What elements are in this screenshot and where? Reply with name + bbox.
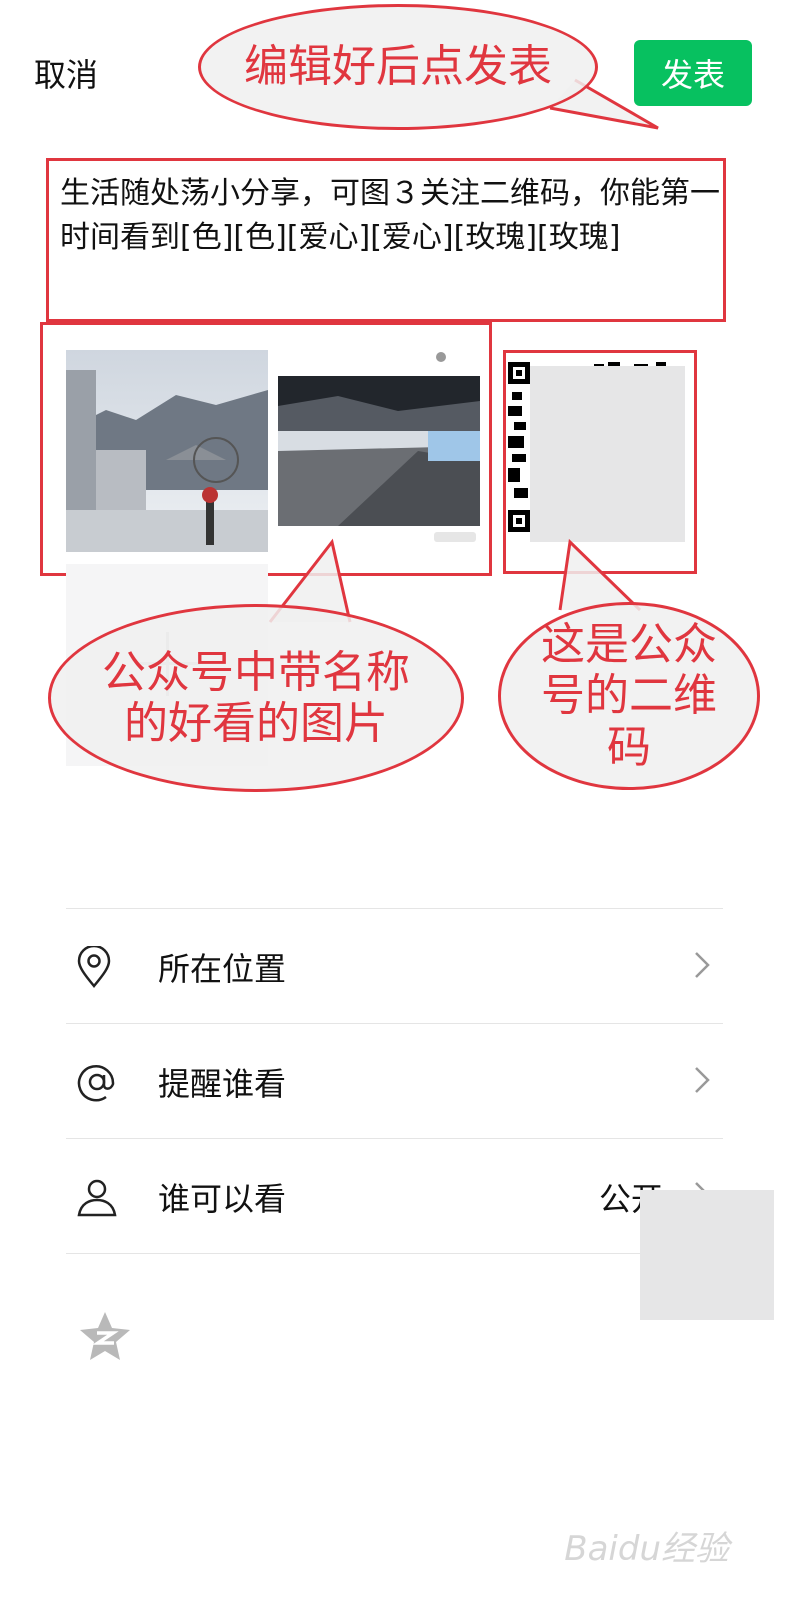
- chevron-right-icon: [693, 944, 723, 990]
- settings-row-visibility[interactable]: 谁可以看 公开: [66, 1139, 723, 1254]
- left-annotation-bubble: 公众号中带名称的好看的图片: [48, 604, 464, 792]
- right-annotation-bubble: 这是公众号的二维码: [498, 602, 760, 790]
- redaction-block: [640, 1190, 774, 1320]
- qr-code-image[interactable]: [508, 362, 688, 542]
- settings-row-label: 谁可以看: [158, 1179, 287, 1218]
- image-indicator-dot: [436, 352, 446, 362]
- image-wechat-watermark: [434, 532, 476, 542]
- photo-road[interactable]: [278, 376, 480, 526]
- person-icon: [66, 1176, 132, 1218]
- at-sign-icon: [66, 1061, 132, 1103]
- baidu-watermark: Baidu经验: [564, 1529, 729, 1569]
- settings-row-mention[interactable]: 提醒谁看: [66, 1024, 723, 1139]
- location-pin-icon: [66, 945, 132, 988]
- photo-street[interactable]: [66, 350, 268, 552]
- divider: [66, 1253, 723, 1254]
- post-text[interactable]: 生活随处荡小分享，可图３关注二维码，你能第一时间看到[色][色][爱心][爱心]…: [60, 172, 720, 260]
- qzone-share-icon[interactable]: [78, 1310, 132, 1366]
- top-annotation-bubble: 编辑好后点发表: [198, 4, 598, 130]
- chevron-right-icon: [693, 1059, 723, 1105]
- settings-row-location[interactable]: 所在位置: [66, 909, 723, 1024]
- settings-row-label: 提醒谁看: [158, 1064, 287, 1103]
- cancel-button[interactable]: 取消: [34, 50, 98, 96]
- settings-row-label: 所在位置: [158, 949, 287, 988]
